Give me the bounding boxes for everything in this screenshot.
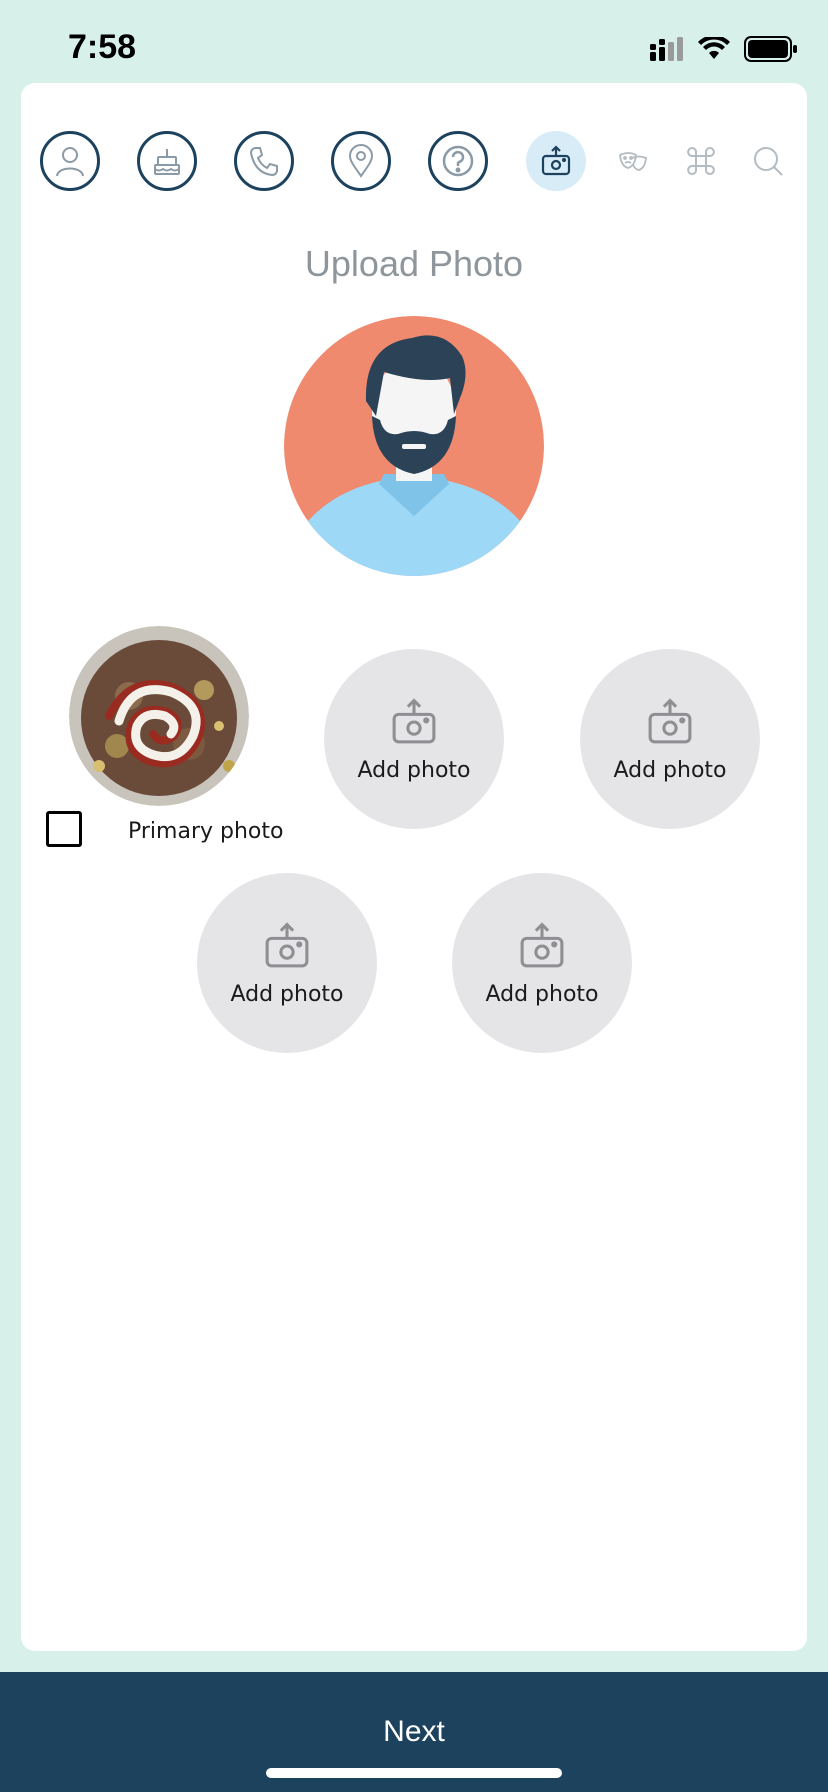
camera-upload-icon: [265, 921, 309, 967]
add-photo-label: Add photo: [485, 981, 599, 1007]
bottom-bar: Next: [0, 1672, 828, 1792]
step-birthday[interactable]: [137, 131, 197, 191]
add-photo-label: Add photo: [357, 757, 471, 783]
question-icon: [442, 145, 474, 177]
profile-avatar[interactable]: [284, 316, 544, 576]
birthday-cake-icon: [154, 149, 180, 175]
person-icon: [56, 147, 84, 177]
camera-upload-icon: [541, 145, 571, 176]
main-card: Upload Photo Primary photo Add photo Add…: [21, 83, 807, 1651]
status-bar: 7:58: [0, 0, 828, 82]
status-time: 7:58: [68, 28, 137, 66]
primary-photo-checkbox[interactable]: [46, 811, 82, 847]
add-photo-slot-3[interactable]: Add photo: [197, 873, 377, 1053]
step-upload-photo[interactable]: [526, 131, 586, 191]
step-location[interactable]: [331, 131, 391, 191]
step-phone[interactable]: [234, 131, 294, 191]
step-search[interactable]: [738, 131, 798, 191]
phone-icon: [249, 147, 278, 177]
add-photo-slot-2[interactable]: Add photo: [580, 649, 760, 829]
add-photo-slot-1[interactable]: Add photo: [324, 649, 504, 829]
search-icon: [754, 147, 783, 176]
uploaded-photo[interactable]: [69, 626, 249, 806]
camera-upload-icon: [392, 697, 436, 743]
food-photo-image: [69, 626, 249, 806]
status-icons: [650, 36, 798, 62]
step-preferences[interactable]: [671, 131, 731, 191]
page-title: Upload Photo: [304, 243, 524, 284]
primary-photo-label: Primary photo: [128, 819, 284, 844]
home-indicator[interactable]: [266, 1768, 562, 1778]
step-indicator: [21, 131, 807, 201]
theater-masks-icon: [619, 152, 647, 171]
step-interests[interactable]: [603, 131, 663, 191]
add-photo-label: Add photo: [613, 757, 727, 783]
wifi-icon: [698, 37, 730, 59]
add-photo-slot-4[interactable]: Add photo: [452, 873, 632, 1053]
cellular-signal-icon: [650, 37, 683, 61]
location-pin-icon: [348, 144, 374, 178]
battery-icon: [744, 36, 797, 62]
camera-upload-icon: [648, 697, 692, 743]
camera-upload-icon: [520, 921, 564, 967]
add-photo-label: Add photo: [230, 981, 344, 1007]
avatar-placeholder-icon: [284, 316, 544, 576]
step-profile[interactable]: [40, 131, 100, 191]
step-questions[interactable]: [428, 131, 488, 191]
command-icon: [687, 147, 715, 175]
